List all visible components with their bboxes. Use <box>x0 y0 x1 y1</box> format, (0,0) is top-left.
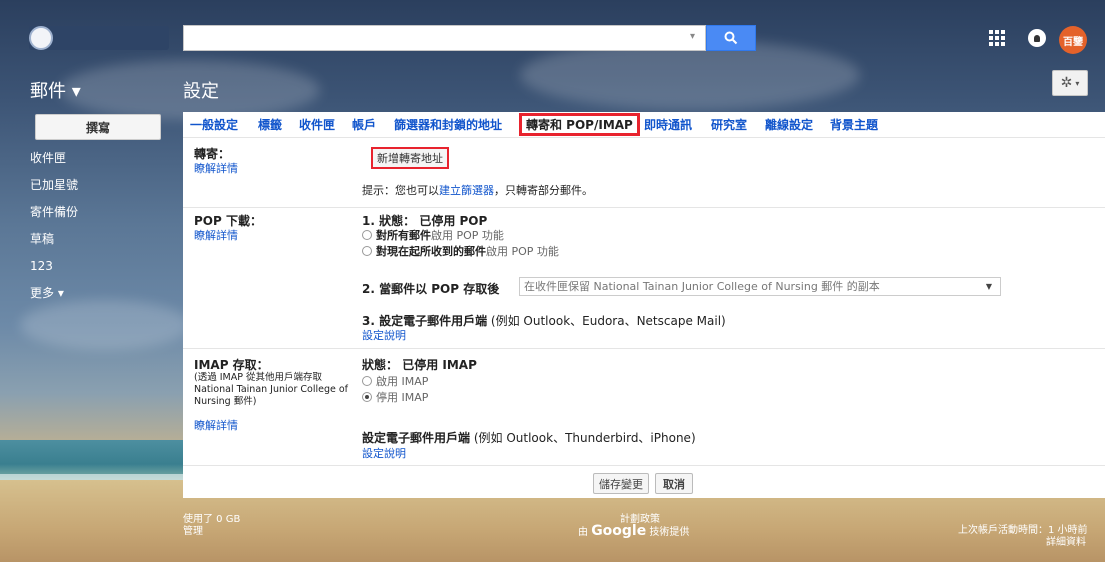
imap-label: IMAP 存取： <box>194 358 269 372</box>
imap-status-label: 狀態： <box>362 358 399 372</box>
tab-forwarding-pop-imap[interactable]: 轉寄和 POP/IMAP <box>519 113 640 136</box>
sidebar-item-more[interactable]: 更多 ▾ <box>30 285 170 312</box>
pop-option-from-now-bold: 對現在起所收到的郵件 <box>376 245 486 258</box>
sidebar-item-label-123[interactable]: 123 <box>30 258 170 285</box>
radio-imap-enable[interactable] <box>362 376 372 386</box>
logo-seal-icon <box>29 26 53 50</box>
imap-client-rest: (例如 Outlook、Thunderbird、iPhone) <box>473 431 696 445</box>
imap-status: 狀態： 已停用 IMAP <box>362 356 477 373</box>
tab-labels[interactable]: 標籤 <box>258 116 282 133</box>
pop-option-all-bold: 對所有郵件 <box>376 229 431 242</box>
powered-prefix: 由 <box>578 527 588 538</box>
search-options-chevron-icon[interactable]: ▾ <box>690 31 695 42</box>
avatar[interactable]: 百鑒 <box>1059 26 1087 54</box>
pop-setup-instructions-link[interactable]: 設定說明 <box>362 327 406 343</box>
school-logo[interactable] <box>29 26 169 50</box>
pop-section: POP 下載： 瞭解詳情 1. 狀態： 已停用 POP 對所有郵件啟用 POP … <box>183 208 1105 349</box>
sidebar-item-sent[interactable]: 寄件備份 <box>30 204 170 231</box>
radio-pop-from-now[interactable] <box>362 246 372 256</box>
pop-client-bold: 3. 設定電子郵件用戶端 <box>362 314 488 328</box>
mail-menu-button[interactable]: 郵件 ▾ <box>30 77 81 103</box>
tab-themes[interactable]: 背景主題 <box>830 116 878 133</box>
google-logo: Google <box>591 523 647 539</box>
save-changes-button[interactable]: 儲存變更 <box>593 473 649 494</box>
top-bar: ▾ 百鑒 <box>0 0 1105 62</box>
sidebar-item-starred[interactable]: 已加星號 <box>30 177 170 204</box>
forwarding-learn-more-link[interactable]: 瞭解詳情 <box>194 160 238 176</box>
pop-status-value: 已停用 POP <box>419 214 488 228</box>
sidebar-nav: 收件匣 已加星號 寄件備份 草稿 123 更多 ▾ <box>30 150 170 312</box>
pop-after-access-label: 2. 當郵件以 POP 存取後 <box>362 282 500 296</box>
gear-icon: ✲ <box>1060 75 1073 91</box>
pop-client-rest: (例如 Outlook、Eudora、Netscape Mail) <box>490 314 726 328</box>
tab-offline[interactable]: 離線設定 <box>765 116 813 133</box>
powered-by: 由 Google 技術提供 <box>578 523 689 539</box>
page-title: 設定 <box>183 81 219 102</box>
imap-client-bold: 設定電子郵件用戶端 <box>362 431 471 445</box>
compose-button[interactable]: 撰寫 <box>35 114 161 140</box>
tab-accounts[interactable]: 帳戶 <box>352 116 376 133</box>
settings-tabs: 一般設定 標籤 收件匣 帳戶 篩選器和封鎖的地址 轉寄和 POP/IMAP 即時… <box>183 112 1105 138</box>
pop-option-all[interactable]: 對所有郵件啟用 POP 功能 <box>362 227 504 243</box>
pop-option-from-now[interactable]: 對現在起所收到的郵件啟用 POP 功能 <box>362 243 559 259</box>
pop-status-label: 狀態： <box>379 214 416 228</box>
tab-chat[interactable]: 即時通訊 <box>644 116 692 133</box>
tab-general[interactable]: 一般設定 <box>190 116 238 133</box>
imap-setup-instructions-link[interactable]: 設定說明 <box>362 445 406 461</box>
imap-option-enable-label: 啟用 IMAP <box>376 375 429 388</box>
pop-status-number: 1. <box>362 214 375 228</box>
pop-after-access-value: 在收件匣保留 National Tainan Junior College of… <box>524 280 880 293</box>
forwarding-tip: 提示：您也可以建立篩選器，只轉寄部分郵件。 <box>362 182 593 198</box>
settings-button[interactable]: ✲ ▾ <box>1052 70 1088 96</box>
cancel-button[interactable]: 取消 <box>655 473 693 494</box>
pop-client-setup: 3. 設定電子郵件用戶端 (例如 Outlook、Eudora、Netscape… <box>362 312 726 329</box>
imap-learn-more-link[interactable]: 瞭解詳情 <box>194 417 238 433</box>
imap-status-value: 已停用 IMAP <box>402 358 477 372</box>
chevron-down-icon: ▼ <box>985 282 992 291</box>
tip-suffix: ，只轉寄部分郵件。 <box>494 184 593 197</box>
search-input[interactable] <box>183 25 706 51</box>
imap-description: (透過 IMAP 從其他用戶端存取 National Tainan Junior… <box>194 372 349 407</box>
pop-after-access-select[interactable]: 在收件匣保留 National Tainan Junior College of… <box>519 277 1001 296</box>
tab-filters[interactable]: 篩選器和封鎖的地址 <box>394 116 502 133</box>
imap-option-disable[interactable]: 停用 IMAP <box>362 389 428 405</box>
sidebar-item-drafts[interactable]: 草稿 <box>30 231 170 258</box>
search-icon <box>724 31 738 45</box>
notifications-icon[interactable] <box>1028 29 1046 47</box>
imap-client-setup: 設定電子郵件用戶端 (例如 Outlook、Thunderbird、iPhone… <box>362 429 696 446</box>
pop-option-from-now-rest: 啟用 POP 功能 <box>486 245 559 258</box>
imap-section: IMAP 存取： (透過 IMAP 從其他用戶端存取 National Tain… <box>183 349 1105 466</box>
tab-labs[interactable]: 研究室 <box>711 116 747 133</box>
tab-inbox[interactable]: 收件匣 <box>299 116 335 133</box>
radio-pop-all[interactable] <box>362 230 372 240</box>
imap-option-disable-label: 停用 IMAP <box>376 391 429 404</box>
search-button[interactable] <box>706 25 756 51</box>
add-forwarding-address-button[interactable]: 新增轉寄地址 <box>371 147 449 169</box>
radio-imap-disable[interactable] <box>362 392 372 402</box>
forwarding-section: 轉寄： 瞭解詳情 新增轉寄地址 提示：您也可以建立篩選器，只轉寄部分郵件。 <box>183 139 1105 208</box>
manage-storage-link[interactable]: 管理 <box>183 522 203 537</box>
apps-grid-icon[interactable] <box>989 30 1005 46</box>
tip-prefix: 提示：您也可以 <box>362 184 439 197</box>
pop-option-all-rest: 啟用 POP 功能 <box>431 229 504 242</box>
chevron-down-icon: ▾ <box>1075 78 1080 88</box>
settings-panel: 一般設定 標籤 收件匣 帳戶 篩選器和封鎖的地址 轉寄和 POP/IMAP 即時… <box>183 112 1105 498</box>
powered-suffix: 技術提供 <box>649 527 690 538</box>
imap-option-enable[interactable]: 啟用 IMAP <box>362 373 428 389</box>
create-filter-link[interactable]: 建立篩選器 <box>439 184 494 197</box>
activity-details-link[interactable]: 詳細資料 <box>1046 533 1086 548</box>
sidebar-item-inbox[interactable]: 收件匣 <box>30 150 170 177</box>
pop-learn-more-link[interactable]: 瞭解詳情 <box>194 227 238 243</box>
